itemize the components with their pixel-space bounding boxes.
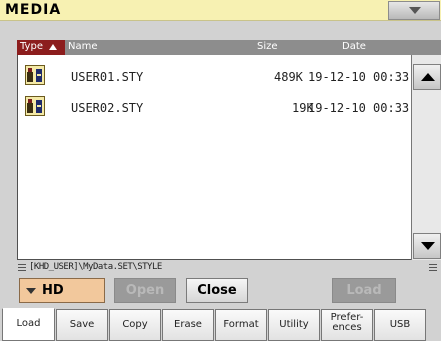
list-item[interactable]: USER01.STY 489K 19-12-10 00:33 [18,63,410,89]
tab-format[interactable]: Format [215,309,267,341]
file-name: USER02.STY [71,101,144,115]
tab-label: Prefer- ences [330,312,364,333]
current-path: [KHD_USER]\MyData.SET\STYLE [29,262,162,272]
tab-label: Copy [122,319,148,330]
arrow-up-icon [421,73,435,81]
sort-ascending-icon [49,44,57,50]
grip-icon [429,264,437,272]
style-file-icon [25,96,45,116]
file-size: 489K [274,70,303,84]
file-name: USER01.STY [71,70,144,84]
file-date: 19-12-10 00:33 [308,101,410,115]
tab-copy[interactable]: Copy [109,309,161,341]
list-header: Type Name Size Date [17,40,441,55]
tab-label: Save [69,319,95,330]
device-select-value: HD [42,283,64,298]
file-list: USER01.STY 489K 19-12-10 00:33 USER02.ST… [18,55,410,259]
tab-label: USB [389,319,411,330]
list-item[interactable]: USER02.STY 19K 19-12-10 00:33 [18,94,410,120]
tab-preferences[interactable]: Prefer- ences [321,309,373,341]
column-header-type[interactable]: Type [17,40,65,55]
tab-load[interactable]: Load [2,308,55,341]
tab-label: Utility [279,319,309,330]
page-menu-button[interactable] [388,1,440,20]
media-window: MEDIA Type Name Size Date USER01.STY 489… [0,0,441,341]
tab-bar: Load Save Copy Erase Format Utility Pref… [0,308,441,341]
chevron-down-icon [26,288,36,294]
scroll-up-button[interactable] [413,64,441,90]
close-button[interactable]: Close [186,278,248,303]
column-header-type-label: Type [20,41,43,52]
tab-utility[interactable]: Utility [268,309,320,341]
style-file-icon [25,65,45,85]
page-title: MEDIA [5,2,62,18]
chevron-down-icon [409,7,421,14]
arrow-down-icon [421,242,435,250]
scroll-down-button[interactable] [413,233,441,259]
load-button[interactable]: Load [332,278,396,303]
file-date: 19-12-10 00:33 [308,70,410,84]
tab-label: Load [16,318,41,329]
device-select[interactable]: HD [19,278,105,303]
tab-erase[interactable]: Erase [162,309,214,341]
tab-label: Format [223,319,259,330]
tab-label: Erase [174,319,202,330]
tab-save[interactable]: Save [56,309,108,341]
column-header-date[interactable]: Date [342,41,366,52]
column-header-size[interactable]: Size [257,41,278,52]
open-button[interactable]: Open [114,278,176,303]
column-header-name[interactable]: Name [68,41,98,52]
grip-icon [18,264,26,272]
tab-usb[interactable]: USB [374,309,426,341]
title-bar: MEDIA [0,0,441,21]
list-scrollbar[interactable] [411,55,441,260]
